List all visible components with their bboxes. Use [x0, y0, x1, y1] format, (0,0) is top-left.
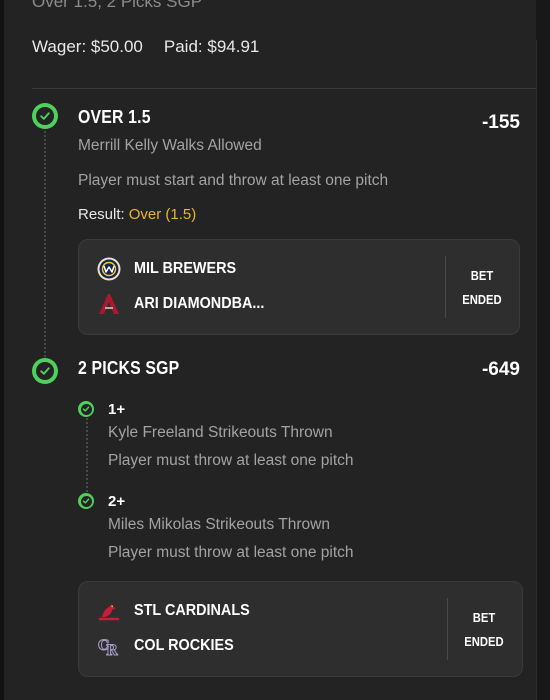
pick-title: 1+ [108, 401, 126, 418]
result-label: Result: [78, 206, 125, 223]
check-circle-icon [32, 103, 58, 129]
leg-market: Merrill Kelly Walks Allowed [78, 137, 262, 154]
leg-odds: -649 [481, 359, 520, 380]
team-row-away: MIL BREWERS [97, 257, 247, 281]
divider [32, 88, 536, 89]
leg-result: Result: Over (1.5) [78, 206, 196, 223]
brewers-logo-icon [97, 257, 121, 281]
check-circle-icon [78, 493, 94, 509]
status-line: ENDED [464, 635, 504, 649]
bet-detail-card: Over 1.5, 2 Picks SGP Wager: $50.00 Paid:… [0, 0, 550, 700]
pick-connector-line [86, 418, 88, 492]
status-line: BET [472, 611, 496, 625]
paid-amount: Paid: $94.91 [163, 37, 260, 56]
check-circle-icon [78, 401, 94, 417]
diamondbacks-logo-icon [97, 292, 121, 316]
leg-rule: Player must start and throw at least one… [78, 172, 389, 189]
wager-summary: Wager: $50.00 Paid: $94.91 [32, 37, 259, 57]
leg-title: OVER 1.5 [78, 107, 151, 127]
team-name: COL ROCKIES [134, 637, 234, 654]
team-row-home: C R COL ROCKIES [97, 634, 245, 658]
team-row-away: STL CARDINALS [97, 599, 263, 623]
svg-text:R: R [106, 643, 118, 658]
result-value: Over (1.5) [128, 206, 197, 223]
bet-subtitle: Over 1.5, 2 Picks SGP [32, 0, 203, 11]
game-card[interactable]: MIL BREWERS ARI DIAMONDBA... BET ENDED [78, 239, 520, 335]
team-row-home: ARI DIAMONDBA... [97, 292, 279, 316]
check-circle-icon [32, 358, 58, 384]
leg-connector-line [44, 131, 46, 357]
leg-odds: -155 [481, 112, 520, 133]
right-edge [536, 0, 550, 700]
team-name: MIL BREWERS [134, 260, 237, 277]
pick-rule: Player must throw at least one pitch [108, 452, 354, 469]
status-line: BET [470, 269, 494, 283]
leg-title: 2 PICKS SGP [78, 358, 180, 378]
card-separator [445, 256, 446, 318]
game-card[interactable]: STL CARDINALS C R COL ROCKIES BET ENDED [78, 581, 523, 677]
bet-status: BET ENDED [452, 264, 511, 312]
wager-amount: Wager: $50.00 [32, 37, 143, 56]
pick-market: Kyle Freeland Strikeouts Thrown [108, 424, 333, 441]
pick-rule: Player must throw at least one pitch [108, 544, 354, 561]
rockies-logo-icon: C R [97, 634, 121, 659]
bet-status: BET ENDED [454, 606, 513, 654]
pick-title: 2+ [108, 493, 126, 510]
team-name: ARI DIAMONDBA... [134, 295, 265, 312]
team-name: STL CARDINALS [134, 602, 250, 619]
status-line: ENDED [462, 293, 502, 307]
cardinals-logo-icon [97, 599, 121, 623]
pick-market: Miles Mikolas Strikeouts Thrown [108, 516, 330, 533]
left-edge [0, 0, 4, 700]
card-separator [447, 598, 448, 660]
